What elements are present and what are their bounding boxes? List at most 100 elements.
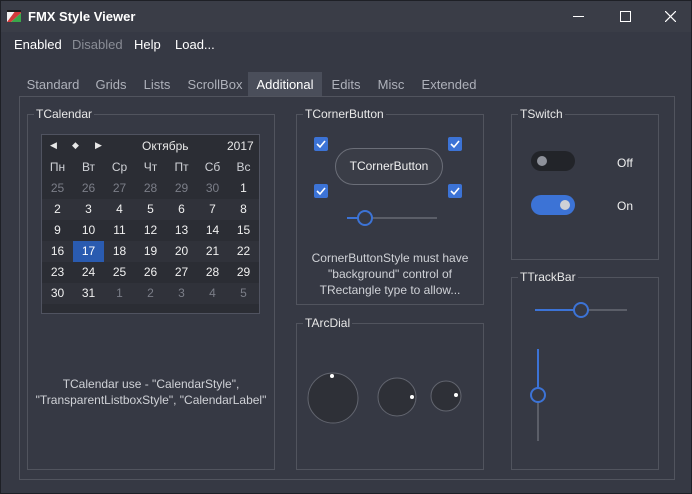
slider-thumb[interactable] (357, 210, 373, 226)
calendar-day[interactable]: 13 (166, 220, 197, 241)
calendar-day[interactable]: 22 (228, 241, 259, 262)
calendar-day[interactable]: 8 (228, 199, 259, 220)
tab-edits[interactable]: Edits (325, 72, 367, 97)
tab-misc[interactable]: Misc (373, 72, 409, 97)
calendar-day[interactable]: 28 (197, 262, 228, 283)
close-button[interactable] (647, 1, 692, 32)
calendar-day[interactable]: 2 (42, 199, 73, 220)
menu-load[interactable]: Load... (175, 37, 215, 52)
corner-checkbox-top-right[interactable] (448, 137, 462, 151)
tab-scrollbox[interactable]: ScrollBox (183, 72, 247, 97)
today-icon[interactable]: ◆ (72, 140, 79, 151)
calendar-day[interactable]: 25 (42, 178, 73, 199)
calendar-day[interactable]: 11 (104, 220, 135, 241)
close-icon (664, 11, 676, 22)
window-title: FMX Style Viewer (28, 9, 136, 24)
switch-off[interactable] (531, 151, 575, 171)
maximize-button[interactable] (602, 1, 648, 32)
title-bar[interactable]: FMX Style Viewer (1, 1, 691, 32)
calendar-day[interactable]: 23 (42, 262, 73, 283)
corner-radius-slider[interactable] (345, 209, 439, 227)
corner-note-line1: CornerButtonStyle must have (311, 251, 469, 265)
calendar-day[interactable]: 27 (166, 262, 197, 283)
calendar-day[interactable]: 24 (73, 262, 104, 283)
app-icon (7, 10, 21, 22)
calendar-day[interactable]: 20 (166, 241, 197, 262)
tab-extended[interactable]: Extended (419, 72, 479, 97)
calendar-day[interactable]: 21 (197, 241, 228, 262)
calendar-day[interactable]: 25 (104, 262, 135, 283)
arc-dial-large[interactable] (306, 371, 362, 427)
calendar-group-title: TCalendar (34, 107, 95, 121)
calendar-day[interactable]: 15 (228, 220, 259, 241)
corner-checkbox-bottom-right[interactable] (448, 184, 462, 198)
calendar-day[interactable]: 26 (73, 178, 104, 199)
calendar-day[interactable]: 17 (73, 241, 104, 262)
maximize-icon (619, 11, 631, 22)
arc-dial-medium[interactable] (376, 376, 418, 418)
calendar-day[interactable]: 7 (197, 199, 228, 220)
corner-note-line2: "background" control of (328, 267, 452, 281)
trackbar-horizontal[interactable] (533, 301, 629, 319)
calendar-day[interactable]: 10 (73, 220, 104, 241)
minimize-button[interactable] (555, 1, 601, 32)
calendar-day[interactable]: 1 (228, 178, 259, 199)
next-month-icon[interactable]: ▶ (95, 140, 102, 151)
calendar-day[interactable]: 5 (228, 283, 259, 304)
menu-bar: Enabled Disabled Help Load... (1, 32, 691, 56)
trackbar-thumb[interactable] (530, 387, 546, 403)
calendar-weekday: Пт (174, 160, 189, 174)
trackbar-vertical[interactable] (529, 347, 547, 443)
calendar-day[interactable]: 30 (197, 178, 228, 199)
calendar-day[interactable]: 27 (104, 178, 135, 199)
calendar-day[interactable]: 29 (166, 178, 197, 199)
menu-enabled[interactable]: Enabled (14, 37, 62, 52)
calendar-day[interactable]: 4 (104, 199, 135, 220)
calendar-day[interactable]: 3 (73, 199, 104, 220)
corner-note-line3: TRectangle type to allow... (319, 283, 461, 297)
calendar-day[interactable]: 19 (135, 241, 166, 262)
calendar-weekday: Вс (236, 160, 251, 174)
tab-additional[interactable]: Additional (248, 72, 322, 97)
calendar-day[interactable]: 16 (42, 241, 73, 262)
calendar-weekday: Вт (81, 160, 96, 174)
calendar-day[interactable]: 26 (135, 262, 166, 283)
checkmark-icon (316, 187, 326, 196)
trackbar-thumb[interactable] (573, 302, 589, 318)
calendar-weekday: Ср (111, 160, 128, 174)
corner-button-note: CornerButtonStyle must have "background"… (297, 250, 483, 298)
calendar-day[interactable]: 29 (228, 262, 259, 283)
switch-on[interactable] (531, 195, 575, 215)
corner-button[interactable]: TCornerButton (335, 148, 443, 185)
tab-standard[interactable]: Standard (19, 72, 87, 97)
prev-month-icon[interactable]: ◀ (50, 140, 57, 151)
calendar-day[interactable]: 31 (73, 283, 104, 304)
calendar-day[interactable]: 12 (135, 220, 166, 241)
switch-group-title: TSwitch (518, 107, 565, 121)
calendar-day[interactable]: 9 (42, 220, 73, 241)
calendar-day[interactable]: 30 (42, 283, 73, 304)
calendar-weekday: Сб (204, 160, 221, 174)
calendar-day[interactable]: 4 (197, 283, 228, 304)
calendar-day[interactable]: 14 (197, 220, 228, 241)
dial-indicator (454, 393, 458, 397)
tab-lists[interactable]: Lists (137, 72, 177, 97)
corner-checkbox-bottom-left[interactable] (314, 184, 328, 198)
menu-disabled[interactable]: Disabled (72, 37, 123, 52)
calendar-day[interactable]: 5 (135, 199, 166, 220)
calendar-day[interactable]: 18 (104, 241, 135, 262)
calendar-day[interactable]: 28 (135, 178, 166, 199)
calendar-day[interactable]: 3 (166, 283, 197, 304)
corner-button-group-title: TCornerButton (303, 107, 386, 121)
calendar-note-line1: TCalendar use - "CalendarStyle", (62, 377, 240, 391)
minimize-icon (572, 16, 584, 17)
arc-dial-small[interactable] (430, 380, 463, 413)
switch-group: TSwitch (511, 107, 659, 260)
menu-help[interactable]: Help (134, 37, 161, 52)
calendar-day[interactable]: 1 (104, 283, 135, 304)
tab-grids[interactable]: Grids (89, 72, 133, 97)
corner-checkbox-top-left[interactable] (314, 137, 328, 151)
calendar-day[interactable]: 2 (135, 283, 166, 304)
calendar-month: Октябрь (142, 139, 189, 153)
calendar-day[interactable]: 6 (166, 199, 197, 220)
